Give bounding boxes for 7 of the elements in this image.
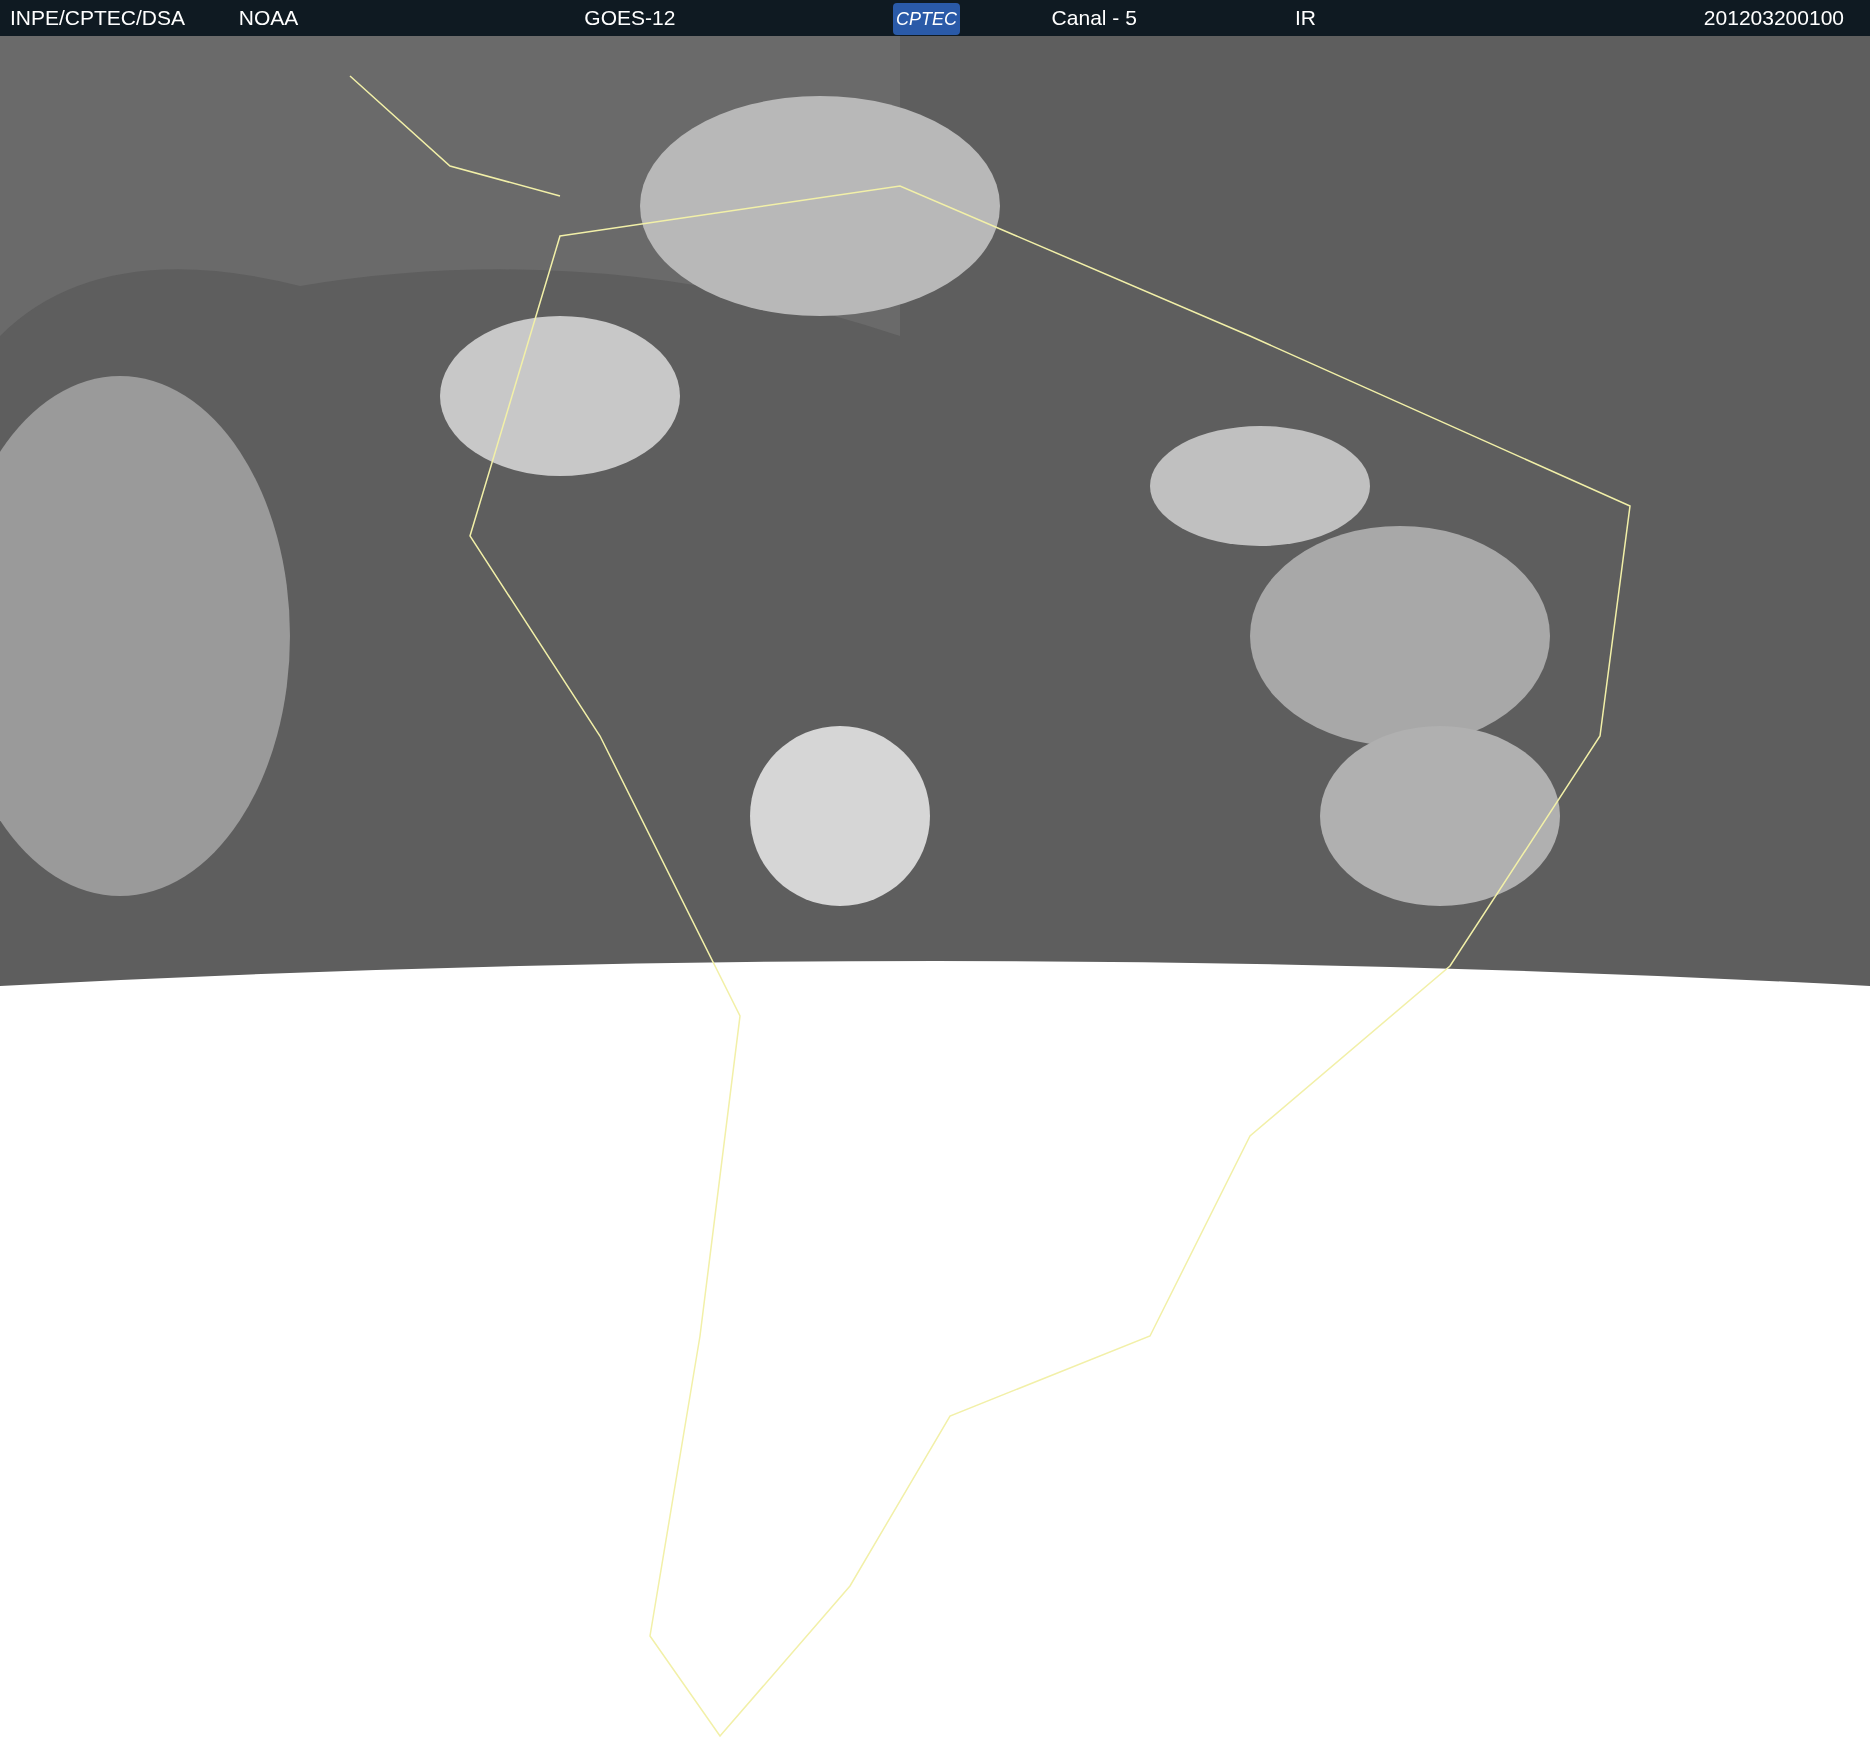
header-label: IR (1295, 6, 1316, 30)
header-label: GOES-12 (584, 6, 676, 30)
header-label: INPE/CPTEC/DSA (10, 6, 186, 30)
header-label: Canal - 5 (1051, 6, 1137, 30)
header-label: NOAA (238, 6, 299, 30)
header-label: 201203200100 (1703, 6, 1844, 30)
logo: CPTEC (892, 2, 960, 35)
